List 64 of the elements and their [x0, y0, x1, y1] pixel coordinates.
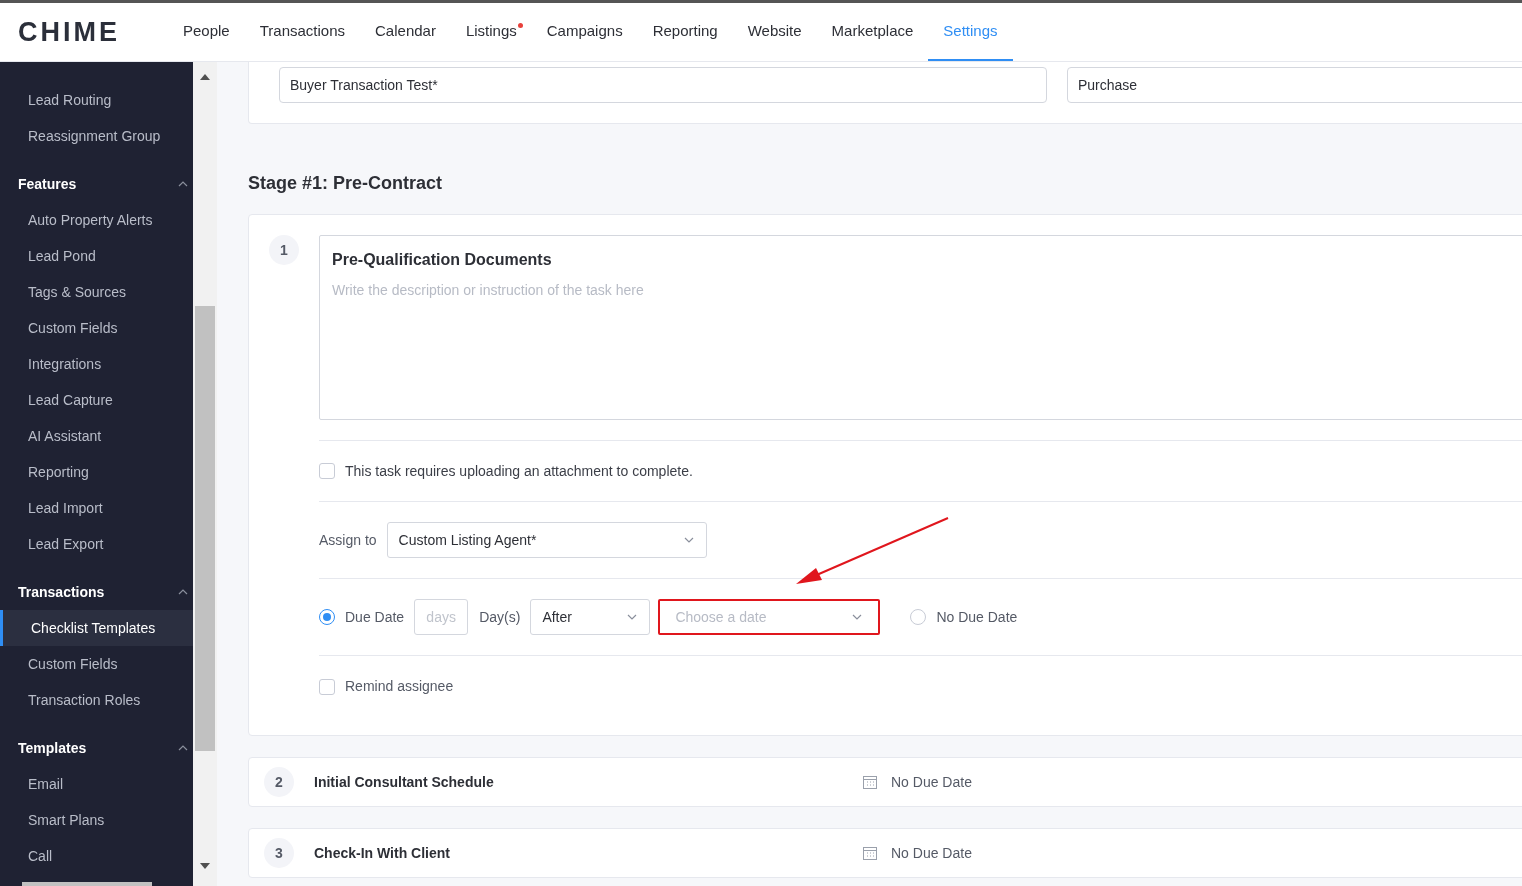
task-title: Initial Consultant Schedule: [314, 772, 495, 792]
sidebar-item[interactable]: Lead Routing: [0, 82, 193, 118]
sidebar-item[interactable]: Reporting: [0, 454, 193, 490]
calendar-icon: [863, 775, 877, 789]
checkbox-label: Remind assignee: [345, 677, 454, 696]
relation-select[interactable]: After: [530, 599, 651, 635]
checkbox[interactable]: [319, 678, 335, 695]
assign-label: Assign to: [319, 530, 377, 550]
task-number: 1: [269, 235, 299, 265]
due-date-text: No Due Date: [891, 772, 972, 792]
sidebar-item[interactable]: Custom Fields: [0, 310, 193, 346]
scroll-up-icon[interactable]: [200, 74, 210, 80]
checkbox[interactable]: [319, 463, 335, 479]
sidebar-item[interactable]: Smart Plans: [0, 802, 193, 838]
sidebar-item[interactable]: Transaction Roles: [0, 682, 193, 718]
sidebar-section-title[interactable]: Features: [18, 173, 77, 195]
radio-label: Due Date: [345, 607, 405, 627]
horizontal-scrollbar[interactable]: [22, 882, 152, 886]
text-field[interactable]: Purchase: [1067, 67, 1522, 103]
radio-button[interactable]: [910, 609, 927, 625]
sidebar-item[interactable]: Lead Capture: [0, 382, 193, 418]
task-row[interactable]: 2 Initial Consultant Schedule No Due Date: [248, 757, 1522, 807]
scroll-down-icon[interactable]: [200, 863, 210, 869]
task-number: 2: [264, 767, 294, 797]
sidebar-item[interactable]: Checklist Templates: [0, 610, 193, 646]
nav-tab[interactable]: Reporting: [637, 3, 733, 61]
text-field[interactable]: Buyer Transaction Test*: [279, 67, 1047, 103]
task-title: Pre-Qualification Documents: [332, 250, 553, 270]
sidebar-section-title[interactable]: Templates: [18, 737, 87, 759]
radio-button[interactable]: [319, 609, 335, 625]
description-placeholder: Write the description or instruction of the task here: [332, 281, 645, 300]
sidebar-section-title[interactable]: Transactions: [18, 581, 105, 603]
sidebar-item[interactable]: Tags & Sources: [0, 274, 193, 310]
sidebar-item[interactable]: Lead Import: [0, 490, 193, 526]
unit-label: Day(s): [479, 607, 521, 627]
days-field[interactable]: days: [414, 599, 469, 635]
nav-tab[interactable]: People: [168, 3, 245, 61]
sidebar-item[interactable]: AI Assistant: [0, 418, 193, 454]
nav-tab[interactable]: Website: [732, 3, 817, 61]
assignee-select[interactable]: Custom Listing Agent*: [386, 522, 707, 558]
calendar-icon: [863, 846, 877, 860]
task-number: 3: [264, 838, 294, 868]
checkbox-label: This task requires uploading an attachment to complete.: [345, 461, 693, 481]
nav-tab[interactable]: Transactions: [244, 3, 361, 61]
nav-tab[interactable]: Marketplace: [816, 3, 929, 61]
sidebar-item[interactable]: Custom Fields: [0, 646, 193, 682]
sidebar-item[interactable]: Reassignment Group: [0, 118, 193, 154]
scrollbar-thumb[interactable]: [195, 306, 215, 751]
due-date-text: No Due Date: [891, 843, 972, 863]
sidebar-item[interactable]: Auto Property Alerts: [0, 202, 193, 238]
nav-tab[interactable]: Calendar: [360, 3, 451, 61]
sidebar-item[interactable]: Email: [0, 766, 193, 802]
sidebar-item[interactable]: Lead Pond: [0, 238, 193, 274]
sidebar-item[interactable]: Call: [0, 838, 193, 874]
nav-tab[interactable]: Listings: [450, 3, 532, 61]
logo[interactable]: CHIME: [18, 11, 120, 53]
nav-tab[interactable]: Campaigns: [531, 3, 638, 61]
radio-label: No Due Date: [936, 607, 1018, 627]
stage-title: Stage #1: Pre-Contract: [248, 172, 444, 195]
task-title: Check-In With Client: [314, 843, 451, 863]
sidebar-item[interactable]: Integrations: [0, 346, 193, 382]
task-editor[interactable]: Pre-Qualification Documents Write the description or instruction of the task here: [319, 235, 1522, 420]
task-row[interactable]: 3 Check-In With Client No Due Date: [248, 828, 1522, 878]
sidebar-item[interactable]: Lead Export: [0, 526, 193, 562]
